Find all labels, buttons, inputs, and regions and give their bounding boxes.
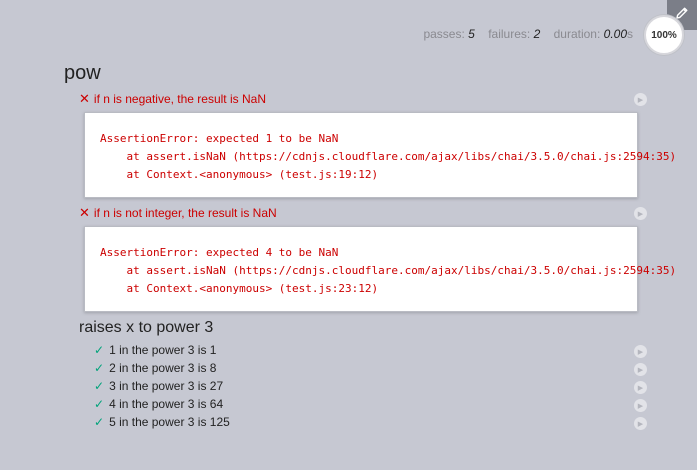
- failures-stat[interactable]: failures: 2: [488, 27, 540, 41]
- check-icon: ✓: [94, 343, 105, 357]
- passes-count: 5: [468, 27, 475, 41]
- stats-bar: passes: 5 failures: 2 duration: 0.00s: [413, 27, 633, 41]
- error-line: at assert.isNaN (https://cdnjs.cloudflar…: [100, 264, 677, 277]
- test-title-passed[interactable]: ✓ 1 in the power 3 is 1: [94, 343, 216, 357]
- check-icon: ✓: [94, 361, 105, 375]
- replay-icon[interactable]: ▶: [634, 207, 647, 220]
- cross-icon: ✕: [79, 91, 90, 106]
- test-title-failed[interactable]: ✕ if n is negative, the result is NaN: [79, 91, 266, 107]
- error-line: at Context.<anonymous> (test.js:23:12): [100, 282, 379, 295]
- test-title-passed[interactable]: ✓ 5 in the power 3 is 125: [94, 415, 230, 429]
- duration-unit: s: [627, 27, 633, 41]
- test-title: 2 in the power 3 is 8: [109, 361, 217, 375]
- test-title-passed[interactable]: ✓ 4 in the power 3 is 64: [94, 397, 223, 411]
- replay-icon[interactable]: ▶: [634, 381, 647, 394]
- replay-icon[interactable]: ▶: [634, 417, 647, 430]
- test-title: if n is negative, the result is NaN: [93, 92, 266, 106]
- error-stack: AssertionError: expected 1 to be NaN at …: [84, 112, 677, 198]
- test-title: 1 in the power 3 is 1: [109, 343, 217, 357]
- progress-ring: 100%: [644, 15, 684, 55]
- error-line: at Context.<anonymous> (test.js:19:12): [100, 168, 379, 181]
- progress-label: 100%: [651, 29, 677, 41]
- replay-icon[interactable]: ▶: [634, 345, 647, 358]
- check-icon: ✓: [94, 415, 105, 429]
- duration-value: 0.00: [603, 27, 627, 41]
- error-stack: AssertionError: expected 4 to be NaN at …: [84, 226, 677, 312]
- replay-icon[interactable]: ▶: [634, 93, 647, 106]
- replay-icon[interactable]: ▶: [634, 363, 647, 376]
- error-line: at assert.isNaN (https://cdnjs.cloudflar…: [100, 150, 677, 163]
- check-icon: ✓: [94, 397, 105, 411]
- test-title: if n is not integer, the result is NaN: [93, 206, 277, 220]
- sub-suite-title[interactable]: raises x to power 3: [79, 319, 213, 337]
- suite-title[interactable]: pow: [64, 62, 101, 85]
- test-title-failed[interactable]: ✕ if n is not integer, the result is NaN: [79, 205, 277, 221]
- test-title: 4 in the power 3 is 64: [109, 397, 224, 411]
- test-title: 3 in the power 3 is 27: [109, 379, 224, 393]
- check-icon: ✓: [94, 379, 105, 393]
- cross-icon: ✕: [79, 205, 90, 220]
- test-title-passed[interactable]: ✓ 3 in the power 3 is 27: [94, 379, 223, 393]
- passes-stat[interactable]: passes: 5: [423, 27, 474, 41]
- error-line: AssertionError: expected 1 to be NaN: [100, 132, 339, 145]
- error-line: AssertionError: expected 4 to be NaN: [100, 246, 339, 259]
- replay-icon[interactable]: ▶: [634, 399, 647, 412]
- failures-count: 2: [533, 27, 541, 41]
- duration-stat: duration: 0.00s: [553, 27, 633, 41]
- test-title: 5 in the power 3 is 125: [109, 415, 230, 429]
- test-title-passed[interactable]: ✓ 2 in the power 3 is 8: [94, 361, 216, 375]
